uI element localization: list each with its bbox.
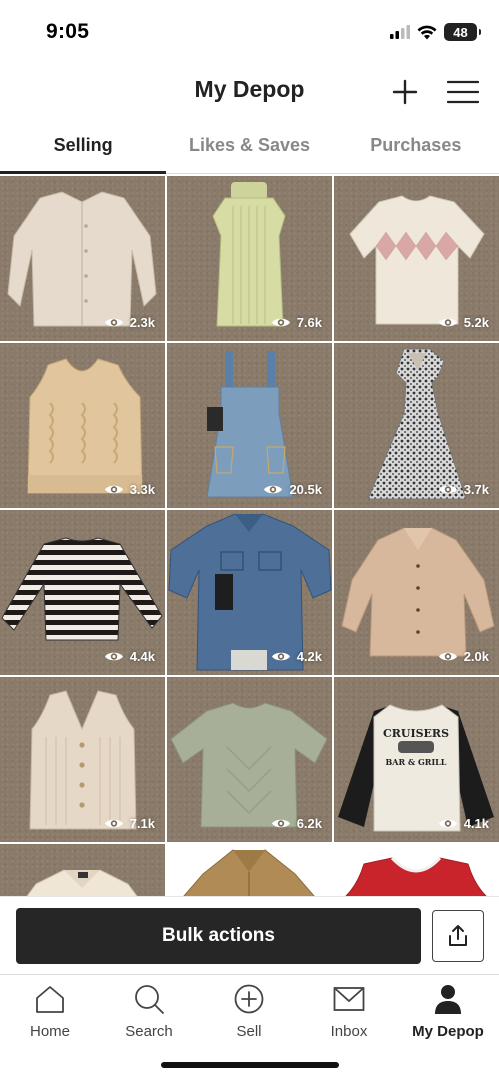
status-bar: 9:05 48 [0,0,499,64]
nav-sell[interactable]: Sell [199,983,299,1040]
eye-icon [104,485,123,494]
listing-tile[interactable] [0,844,165,896]
view-count-label: 4.2k [296,649,322,664]
view-count-label: 6.2k [296,816,322,831]
eye-icon [438,652,457,661]
listing-tile[interactable]: 2.0k [334,510,499,675]
eye-icon [438,819,457,828]
profile-tabs: Selling Likes & Saves Purchases [0,124,499,174]
nav-sell-label: Sell [236,1023,262,1040]
view-count-label: 4.1k [463,816,489,831]
eye-icon [438,485,457,494]
cruisers-print-line2: BAR & GRILL [386,757,447,767]
view-count: 7.6k [271,315,322,330]
tab-purchases[interactable]: Purchases [333,124,499,173]
eye-icon [104,819,123,828]
cruisers-print-line1: CRUISERS [383,727,449,740]
envelope-icon [333,987,365,1011]
view-count: 4.4k [104,649,155,664]
tab-likes-saves[interactable]: Likes & Saves [166,124,332,173]
listing-photo [26,869,138,896]
profile-icon [435,985,461,1014]
view-count: 20.5k [263,482,322,497]
add-button[interactable] [385,72,425,112]
view-count: 2.0k [438,649,489,664]
eye-icon [438,318,457,327]
view-count: 3.3k [104,482,155,497]
listing-tile[interactable]: 2.3k [0,176,165,341]
listing-tile[interactable]: 3.3k [0,343,165,508]
listing-tile[interactable]: 20.5k [167,343,332,508]
listing-photo [183,849,315,896]
nav-search-label: Search [125,1023,173,1040]
home-indicator [161,1062,339,1068]
share-button[interactable] [432,910,484,962]
listing-tile[interactable] [167,844,332,896]
view-count: 6.2k [271,816,322,831]
signal-icon [390,25,410,39]
eye-icon [104,318,123,327]
nav-my-depop-label: My Depop [412,1023,484,1040]
plus-icon [392,79,418,105]
view-count-label: 2.3k [129,315,155,330]
listing-tile[interactable]: 3.7k [334,343,499,508]
view-count-label: 3.7k [463,482,489,497]
search-icon [135,985,164,1014]
listing-tile[interactable] [334,844,499,896]
header: My Depop [0,64,499,120]
listing-tile[interactable]: 4.2k [167,510,332,675]
nav-inbox-label: Inbox [330,1023,368,1040]
listing-tile[interactable]: 7.6k [167,176,332,341]
view-count-label: 4.4k [129,649,155,664]
status-time: 9:05 [46,20,90,43]
plus-circle-icon [234,984,264,1014]
view-count: 4.1k [438,816,489,831]
view-count: 7.1k [104,816,155,831]
wifi-icon [417,25,437,39]
view-count-label: 2.0k [463,649,489,664]
listings-grid: 2.3k 7.6k 5.2k 3.3k 20.5k 3.7k 4.4k 4.2k… [0,176,499,896]
eye-icon [271,318,290,327]
bulk-actions-button[interactable]: Bulk actions [16,908,421,964]
view-count-label: 7.1k [129,816,155,831]
nav-home-label: Home [29,1023,70,1040]
listing-tile[interactable]: CRUISERS BAR & GRILL 4.1k [334,677,499,842]
listing-tile[interactable]: 4.4k [0,510,165,675]
menu-button[interactable] [443,72,483,112]
actions-bar: Bulk actions [0,896,499,974]
nav-search[interactable]: Search [99,983,199,1040]
listing-tile[interactable]: 7.1k [0,677,165,842]
eye-icon [271,819,290,828]
share-upload-icon [449,925,467,946]
nav-my-depop[interactable]: My Depop [398,983,498,1040]
view-count: 4.2k [271,649,322,664]
eye-icon [271,652,290,661]
listing-photo [345,856,487,896]
view-count: 2.3k [104,315,155,330]
listing-tile[interactable]: 5.2k [334,176,499,341]
view-count-label: 5.2k [463,315,489,330]
eye-icon [264,485,283,494]
view-count: 3.7k [438,482,489,497]
battery-icon: 48 [444,23,481,41]
home-icon [36,986,64,1013]
listing-tile[interactable]: 6.2k [167,677,332,842]
view-count-label: 7.6k [296,315,322,330]
hamburger-menu-icon [447,80,479,104]
tab-selling[interactable]: Selling [0,124,167,174]
nav-home[interactable]: Home [0,983,100,1040]
view-count-label: 3.3k [129,482,155,497]
view-count: 5.2k [438,315,489,330]
eye-icon [104,652,123,661]
view-count-label: 20.5k [289,482,322,497]
status-icons: 48 [390,22,481,42]
nav-inbox[interactable]: Inbox [299,983,399,1040]
